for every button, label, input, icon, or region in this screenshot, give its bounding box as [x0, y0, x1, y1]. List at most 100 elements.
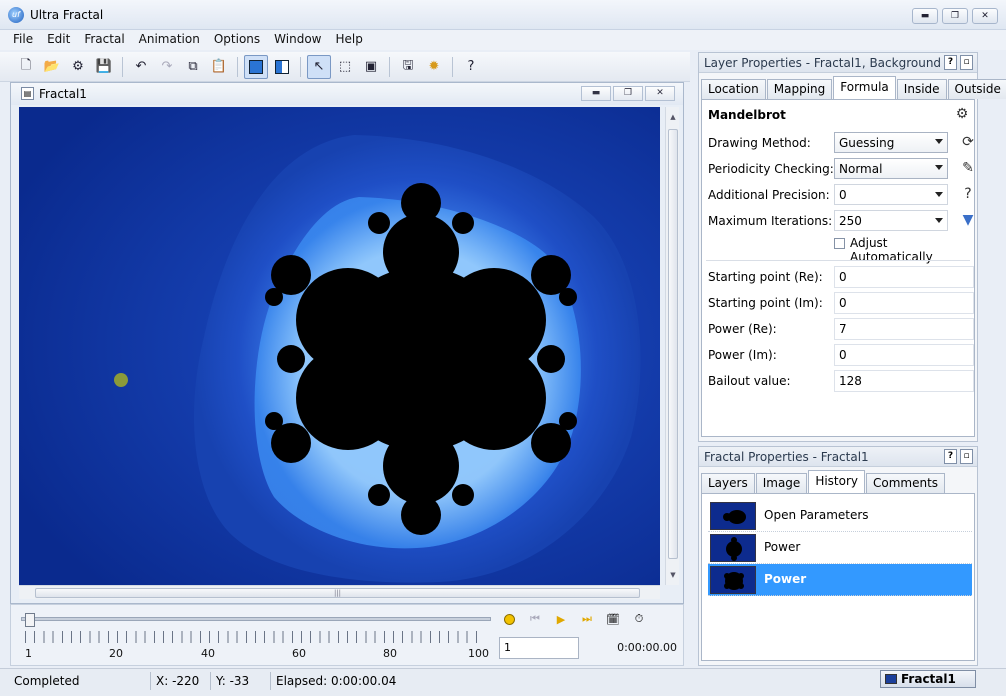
browse-formula-icon[interactable]: ⚙: [954, 106, 970, 122]
periodicity-select[interactable]: Normal: [834, 158, 948, 179]
precision-row: Additional Precision: 0 ?: [708, 184, 972, 208]
menu-fractal[interactable]: Fractal: [77, 30, 131, 50]
drawing-method-select[interactable]: Guessing: [834, 132, 948, 153]
status-state: Completed: [14, 674, 80, 688]
doc-minimize-button[interactable]: ▬: [581, 86, 611, 101]
param-label: Power (Re):: [708, 322, 777, 336]
menu-help[interactable]: Help: [328, 30, 369, 50]
adjust-auto-row: Adjust Automatically: [708, 234, 966, 264]
max-iterations-value: 250: [839, 214, 862, 228]
minimize-button[interactable]: ▬: [912, 8, 938, 24]
save-icon[interactable]: 💾: [92, 55, 116, 79]
select-box-icon[interactable]: ⬚: [333, 55, 357, 79]
dropdown-arrow-icon: [935, 139, 943, 144]
param-value-field[interactable]: 7: [834, 318, 974, 340]
tab-layers[interactable]: Layers: [701, 473, 755, 493]
layer-panel-title: Layer Properties - Fractal1, Background: [699, 53, 977, 73]
gear-icon[interactable]: ✹: [422, 55, 446, 79]
history-thumbnail: [710, 534, 756, 562]
precision-value: 0: [839, 188, 847, 202]
tab-mapping[interactable]: Mapping: [766, 79, 833, 99]
menu-edit[interactable]: Edit: [40, 30, 77, 50]
history-thumbnail: [710, 566, 756, 594]
refresh-icon[interactable]: ⟳: [960, 134, 976, 150]
scroll-down-icon[interactable]: ▼: [666, 567, 680, 583]
render-icon[interactable]: 🖫: [396, 55, 420, 79]
paste-icon[interactable]: 📋: [207, 55, 231, 79]
document-title-bar: ▤ Fractal1 ▬ ❐ ✕: [11, 83, 683, 105]
history-label: Power: [764, 572, 807, 586]
param-row: Bailout value: 128: [708, 370, 974, 394]
precision-combo[interactable]: 0: [834, 184, 948, 205]
param-value-field[interactable]: 0: [834, 266, 974, 288]
select-arrow-icon[interactable]: ↖: [307, 54, 331, 79]
menu-file[interactable]: File: [6, 30, 40, 50]
record-icon[interactable]: [499, 609, 519, 629]
play-icon[interactable]: ▶: [551, 609, 571, 629]
history-item[interactable]: Power: [708, 532, 972, 564]
animation-settings-icon[interactable]: 🗓: [603, 609, 623, 629]
horizontal-scrollbar[interactable]: |||: [19, 585, 660, 599]
menu-animation[interactable]: Animation: [132, 30, 207, 50]
redo-icon[interactable]: ↷: [155, 55, 179, 79]
panel-help-button[interactable]: ?: [944, 55, 957, 70]
history-item-selected[interactable]: Power: [708, 564, 972, 596]
tab-image[interactable]: Image: [755, 473, 808, 493]
horizontal-scroll-thumb[interactable]: |||: [35, 588, 640, 598]
first-frame-icon[interactable]: ⏮: [525, 609, 545, 629]
frame-number-input[interactable]: 1: [499, 637, 579, 659]
menu-window[interactable]: Window: [267, 30, 328, 50]
tab-history[interactable]: History: [808, 470, 866, 493]
doc-maximize-button[interactable]: ❐: [613, 86, 643, 101]
expand-triangle-icon[interactable]: ▼: [960, 212, 976, 228]
edit-formula-icon[interactable]: ✎: [960, 160, 976, 176]
help-icon[interactable]: ?: [960, 186, 976, 202]
timeline-slider-thumb[interactable]: [25, 613, 35, 627]
open-parameters-icon[interactable]: ⚙: [66, 55, 90, 79]
menu-options[interactable]: Options: [207, 30, 267, 50]
close-button[interactable]: ✕: [972, 8, 998, 24]
layer-properties-panel: Layer Properties - Fractal1, Background …: [698, 52, 1006, 442]
toolbar-separator: [300, 56, 301, 77]
help-icon[interactable]: ?: [459, 55, 483, 79]
max-iterations-combo[interactable]: 250: [834, 210, 948, 231]
layer-tabs: Location Mapping Formula Inside Outside: [701, 76, 1006, 99]
maximize-button[interactable]: ❐: [942, 8, 968, 24]
timing-icon[interactable]: ⏱: [629, 609, 649, 629]
vertical-scrollbar[interactable]: ▲ ▼: [665, 107, 679, 585]
param-value-field[interactable]: 128: [834, 370, 974, 392]
cursor-marker: [114, 373, 128, 387]
open-folder-icon[interactable]: 📂: [40, 55, 64, 79]
adjust-automatically-checkbox[interactable]: [834, 238, 845, 249]
fractal-canvas[interactable]: [19, 107, 660, 585]
tab-comments[interactable]: Comments: [866, 473, 946, 493]
fractal-window-taskbutton[interactable]: Fractal1: [880, 670, 976, 688]
tab-location[interactable]: Location: [701, 79, 766, 99]
last-frame-icon[interactable]: ⏭: [577, 609, 597, 629]
timeline-track[interactable]: [21, 617, 491, 621]
history-item[interactable]: Open Parameters: [708, 500, 972, 532]
status-bar: Completed X: -220 Y: -33 Elapsed: 0:00:0…: [0, 668, 1006, 696]
tab-inside[interactable]: Inside: [896, 79, 947, 99]
vertical-scroll-thumb[interactable]: [668, 129, 678, 559]
fullscreen-icon[interactable]: [244, 54, 268, 79]
undo-icon[interactable]: ↶: [129, 55, 153, 79]
doc-close-button[interactable]: ✕: [645, 86, 675, 101]
copy-icon[interactable]: ⧉: [181, 55, 205, 79]
param-value-field[interactable]: 0: [834, 344, 974, 366]
panel-help-button[interactable]: ?: [944, 449, 957, 464]
tab-formula[interactable]: Formula: [833, 76, 896, 99]
scroll-up-icon[interactable]: ▲: [666, 109, 680, 125]
zoom-window-icon[interactable]: ▣: [359, 55, 383, 79]
app-logo-icon: uf: [8, 7, 24, 23]
toolbar-separator: [122, 56, 123, 77]
new-file-icon[interactable]: 🗋: [14, 55, 38, 79]
split-view-icon[interactable]: [270, 55, 294, 79]
panel-pin-button[interactable]: ▫: [960, 55, 973, 70]
history-thumb-image: [711, 567, 755, 593]
tab-outside[interactable]: Outside: [947, 79, 1006, 99]
panel-pin-button[interactable]: ▫: [960, 449, 973, 464]
status-elapsed: Elapsed: 0:00:00.04: [276, 674, 397, 688]
periodicity-row: Periodicity Checking: Normal ✎: [708, 158, 974, 182]
param-value-field[interactable]: 0: [834, 292, 974, 314]
